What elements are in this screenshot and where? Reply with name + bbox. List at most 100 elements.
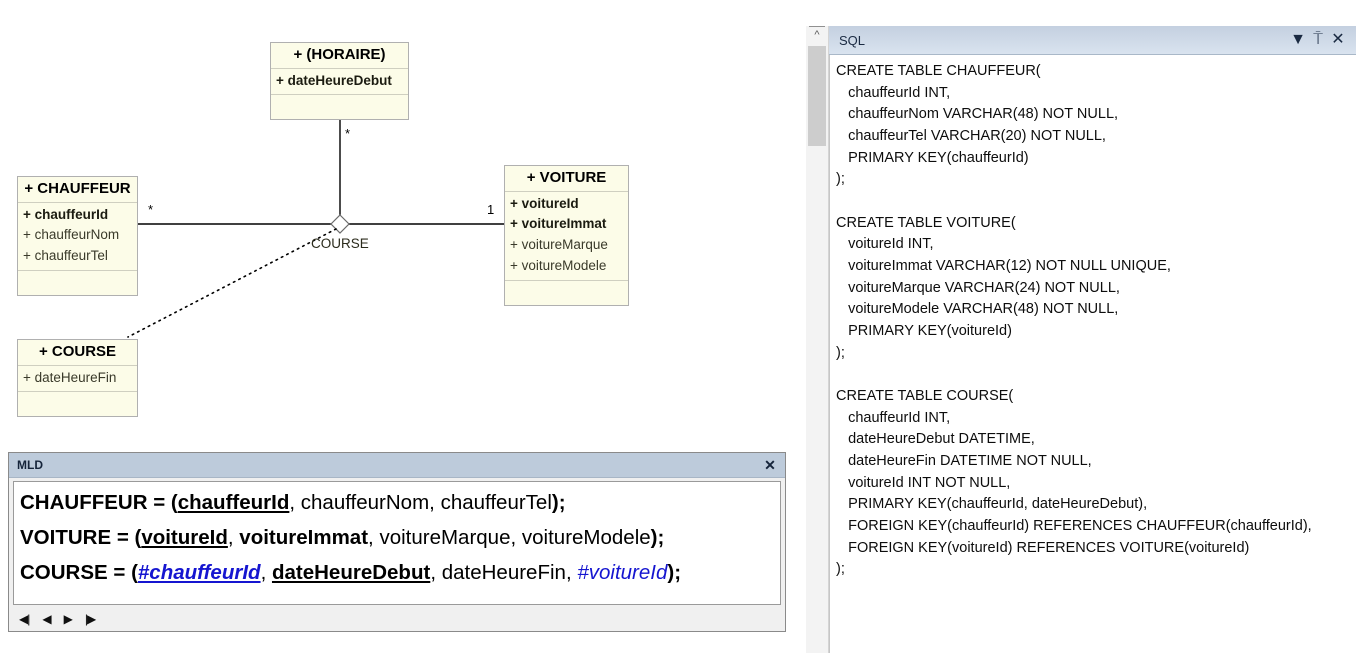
sql-line: PRIMARY KEY(chauffeurId) — [836, 149, 1029, 166]
uml-class-course[interactable]: + COURSE + dateHeureFin — [17, 339, 138, 418]
mld-seg: , — [429, 491, 441, 514]
mld-panel-title: MLD — [17, 458, 43, 472]
chevron-up-icon[interactable]: ^ — [806, 30, 828, 41]
mld-seg: voitureImmat — [239, 525, 369, 549]
mld-seg: voitureId — [141, 525, 228, 549]
sql-line: dateHeureFin DATETIME NOT NULL, — [836, 453, 1092, 470]
mld-seg: VOITURE = ( — [20, 525, 142, 549]
sql-dock: ^ SQL ▼ ⍑ ✕ CREATE TABLE CHAUFFEUR( chau… — [806, 26, 1356, 653]
uml-class-voiture-attributes: + voitureId + voitureImmat + voitureMarq… — [505, 192, 628, 282]
sql-code-area[interactable]: CREATE TABLE CHAUFFEUR( chauffeurId INT,… — [829, 55, 1356, 653]
sql-line: FOREIGN KEY(chauffeurId) REFERENCES CHAU… — [836, 518, 1312, 535]
uml-attribute: + voitureImmat — [510, 216, 607, 232]
uml-class-chauffeur-operations — [18, 271, 137, 295]
uml-class-chauffeur-name: + CHAUFFEUR — [18, 177, 137, 203]
uml-attribute: + chauffeurId — [23, 206, 109, 222]
association-name-label: COURSE — [311, 236, 369, 251]
multiplicity-chauffeur: * — [148, 202, 154, 217]
workspace-vertical-scrollbar[interactable]: ^ — [806, 26, 829, 653]
uml-class-horaire-name: + (HORAIRE) — [271, 43, 408, 69]
uml-attribute: + chauffeurTel — [23, 248, 108, 264]
mld-seg: ); — [650, 525, 665, 549]
sql-line: chauffeurId INT, — [836, 409, 951, 426]
uml-attribute: + dateHeureDebut — [276, 72, 392, 88]
mld-seg: dateHeureDebut — [271, 560, 431, 584]
uml-class-course-name: + COURSE — [18, 340, 137, 366]
sql-line: chauffeurTel VARCHAR(20) NOT NULL, — [836, 128, 1106, 145]
uml-attribute: + chauffeurNom — [23, 227, 120, 243]
association-diamond — [330, 214, 350, 234]
mld-seg: , — [227, 525, 240, 549]
sql-line: chauffeurId INT, — [836, 84, 951, 101]
mld-seg: COURSE = ( — [20, 560, 138, 584]
mld-seg: , — [260, 560, 272, 584]
sql-panel-title: SQL — [839, 32, 866, 48]
mld-seg: , — [430, 560, 442, 584]
sql-line: ); — [836, 171, 845, 188]
sql-line: dateHeureDebut DATETIME, — [836, 431, 1035, 448]
uml-class-voiture[interactable]: + VOITURE + voitureId + voitureImmat + v… — [504, 165, 629, 307]
sql-line: PRIMARY KEY(voitureId) — [836, 323, 1012, 340]
uml-attribute: + dateHeureFin — [23, 369, 117, 385]
next-record-button[interactable]: ▶ — [64, 613, 73, 625]
sql-line: voitureMarque VARCHAR(24) NOT NULL, — [836, 279, 1120, 296]
uml-attribute: + voitureModele — [510, 258, 607, 274]
mld-record-navigator[interactable]: ◀| ◀ ▶ |▶ — [9, 605, 785, 631]
uml-class-chauffeur-attributes: + chauffeurId + chauffeurNom + chauffeur… — [18, 203, 137, 272]
application-window: + (HORAIRE) + dateHeureDebut + CHAUFFEUR… — [0, 0, 1356, 653]
mld-panel[interactable]: MLD ✕ CHAUFFEUR = (chauffeurId, chauffeu… — [8, 452, 786, 632]
mld-seg: dateHeureFin — [441, 560, 566, 584]
sql-line — [836, 191, 1352, 213]
mld-panel-titlebar: MLD ✕ — [9, 453, 785, 478]
multiplicity-voiture: 1 — [487, 202, 495, 217]
mld-seg: voitureMarque — [379, 525, 511, 549]
sql-line: chauffeurNom VARCHAR(48) NOT NULL, — [836, 106, 1119, 123]
uml-class-diagram-canvas[interactable]: + (HORAIRE) + dateHeureDebut + CHAUFFEUR… — [0, 0, 800, 445]
mld-seg: chauffeurTel — [440, 491, 552, 514]
uml-class-chauffeur[interactable]: + CHAUFFEUR + chauffeurId + chauffeurNom… — [17, 176, 138, 297]
sql-panel-titlebar: SQL ▼ ⍑ ✕ — [829, 26, 1356, 55]
first-record-button[interactable]: ◀| — [19, 613, 30, 625]
sql-line: ); — [836, 561, 845, 578]
mld-seg: , — [565, 560, 578, 584]
uml-attribute: + voitureMarque — [510, 237, 608, 253]
mld-seg: , — [510, 525, 522, 549]
mld-relation-line: COURSE = (#chauffeurId, dateHeureDebut, … — [20, 556, 774, 591]
sql-line: ); — [836, 344, 845, 361]
mld-content[interactable]: CHAUFFEUR = (chauffeurId, chauffeurNom, … — [13, 481, 781, 605]
sql-line: voitureImmat VARCHAR(12) NOT NULL UNIQUE… — [836, 258, 1171, 275]
mld-seg: chauffeurNom — [300, 491, 430, 514]
mld-seg: chauffeurId — [177, 491, 290, 514]
sql-line: CREATE TABLE CHAUFFEUR( — [836, 63, 1041, 79]
sql-line: CREATE TABLE VOITURE( — [836, 214, 1016, 231]
mld-seg: ); — [551, 491, 566, 514]
uml-class-voiture-name: + VOITURE — [505, 166, 628, 192]
connector-association-class-course — [127, 228, 337, 338]
chevron-down-icon[interactable]: ▼ — [1288, 30, 1308, 50]
uml-attribute: + voitureId — [510, 195, 579, 211]
uml-class-horaire-operations — [271, 95, 408, 119]
uml-class-course-operations — [18, 392, 137, 416]
mld-seg: #chauffeurId — [137, 560, 261, 584]
close-icon[interactable]: ✕ — [761, 456, 779, 474]
mld-seg: ); — [667, 560, 682, 584]
multiplicity-horaire: * — [345, 126, 351, 141]
previous-record-button[interactable]: ◀ — [42, 613, 51, 625]
last-record-button[interactable]: |▶ — [85, 613, 96, 625]
sql-line — [836, 364, 1352, 386]
mld-seg: voitureModele — [521, 525, 651, 549]
scrollbar-top-divider — [809, 26, 825, 27]
sql-panel[interactable]: SQL ▼ ⍑ ✕ CREATE TABLE CHAUFFEUR( chauff… — [829, 26, 1356, 653]
sql-line: CREATE TABLE COURSE( — [836, 388, 1014, 405]
sql-line: voitureId INT NOT NULL, — [836, 474, 1011, 491]
mld-seg: , — [289, 491, 301, 514]
uml-class-horaire[interactable]: + (HORAIRE) + dateHeureDebut — [270, 42, 409, 121]
pin-icon[interactable]: ⍑ — [1308, 30, 1328, 50]
mld-seg: CHAUFFEUR = ( — [20, 491, 178, 514]
sql-line: voitureId INT, — [836, 236, 934, 253]
scrollbar-thumb[interactable] — [808, 46, 826, 146]
mld-relation-line: CHAUFFEUR = (chauffeurId, chauffeurNom, … — [20, 486, 774, 521]
uml-class-course-attributes: + dateHeureFin — [18, 366, 137, 393]
mld-relation-line: VOITURE = (voitureId, voitureImmat, voit… — [20, 521, 774, 556]
close-icon[interactable]: ✕ — [1328, 30, 1348, 50]
